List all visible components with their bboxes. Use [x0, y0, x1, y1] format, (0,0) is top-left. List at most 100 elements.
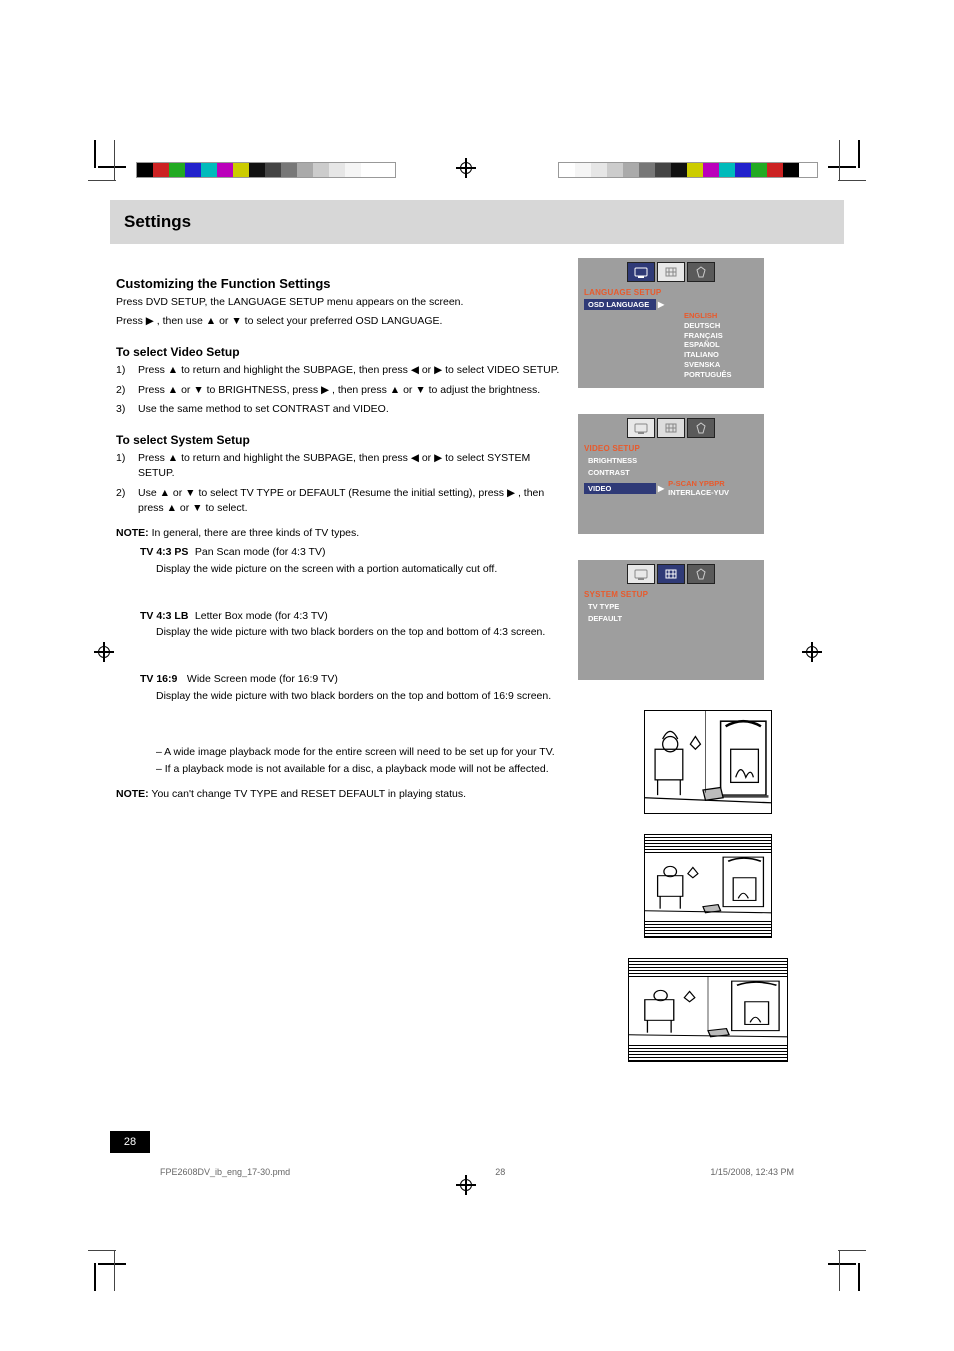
osd-row-osd-language: OSD LANGUAGE ▶: [584, 299, 758, 310]
osd-option: DEUTSCH: [684, 321, 758, 331]
color-bar-left: [136, 162, 396, 178]
footer-timestamp: 1/15/2008, 12:43 PM: [710, 1167, 794, 1177]
note-text: In general, there are three kinds of TV …: [152, 527, 360, 539]
osd-row-tv-type: TV TYPE: [584, 601, 758, 612]
osd-row-contrast: CONTRAST: [584, 467, 758, 478]
osd-row-label: TV TYPE: [584, 601, 623, 612]
osd-section-title: SYSTEM SETUP: [584, 590, 758, 599]
osd-option: P-SCAN YPBPR: [668, 479, 729, 488]
osd-tab-language-icon: [627, 262, 655, 282]
tv-type-1-desc: Display the wide picture on the screen w…: [156, 562, 562, 577]
registration-mark-icon: [456, 158, 476, 178]
tv-type-text: Wide Screen mode (for 16:9 TV): [187, 673, 338, 685]
crop-mark-inner: [108, 140, 138, 170]
note3-line: NOTE: You can't change TV TYPE and RESET…: [116, 787, 562, 802]
osd-row-label: VIDEO: [584, 483, 656, 494]
osd-option: INTERLACE-YUV: [668, 488, 729, 497]
tv-16-9-figure: [628, 958, 788, 1062]
osd-tab-video-icon: [657, 262, 685, 282]
fireplace-illustration: [645, 711, 771, 813]
osd-language-options: ENGLISH DEUTSCH FRANÇAIS ESPAÑOL ITALIAN…: [684, 311, 758, 379]
video-step-1: 1) Press ▲ to return and highlight the S…: [116, 363, 562, 378]
system-step-1: 1) Press ▲ to return and highlight the S…: [116, 451, 562, 481]
fireplace-illustration: [645, 853, 771, 919]
tv-type-2-desc: Display the wide picture with two black …: [156, 625, 562, 640]
fireplace-illustration: [629, 977, 787, 1043]
section-title-customizing: Customizing the Function Settings: [116, 276, 562, 291]
note-text: You can't change TV TYPE and RESET DEFAU…: [151, 788, 466, 800]
tv-type-3: TV 16:9 Wide Screen mode (for 16:9 TV): [140, 672, 562, 687]
osd-tab-video-icon: [657, 564, 685, 584]
page-number: 28: [124, 1136, 136, 1148]
osd-option: ENGLISH: [684, 311, 758, 321]
arrow-right-icon: ▶: [658, 484, 664, 493]
step-number: 2): [116, 383, 130, 398]
step-number: 2): [116, 486, 130, 516]
step-number: 1): [116, 363, 130, 378]
step-text: Press ▲ or ▼ to BRIGHTNESS, press ▶ , th…: [138, 383, 540, 398]
osd-row-label: DEFAULT: [584, 613, 626, 624]
osd-tab-system-icon: [687, 418, 715, 438]
crop-mark-inner: [816, 140, 846, 170]
section-title-system-setup: To select System Setup: [116, 433, 562, 447]
footer-line: FPE2608DV_ib_eng_17-30.pmd 28 1/15/2008,…: [160, 1167, 794, 1177]
note-label: NOTE:: [116, 788, 149, 800]
osd-row-video: VIDEO ▶ P-SCAN YPBPR INTERLACE-YUV: [584, 479, 758, 497]
osd-system-setup: SYSTEM SETUP TV TYPE DEFAULT: [578, 560, 764, 680]
footer-page: 28: [495, 1167, 505, 1177]
osd-row-label: BRIGHTNESS: [584, 455, 641, 466]
arrow-right-icon: ▶: [658, 300, 664, 309]
system-step-2: 2) Use ▲ or ▼ to select TV TYPE or DEFAU…: [116, 486, 562, 516]
osd-tabs: [578, 414, 764, 442]
intro-para-2: Press ▶ , then use ▲ or ▼ to select your…: [116, 314, 562, 329]
tv-type-desc: Display the wide picture with two black …: [156, 625, 545, 640]
tv-type-label: TV 4:3 LB: [140, 609, 192, 624]
note2-b: – If a playback mode is not available fo…: [156, 762, 562, 777]
crop-mark-inner: [108, 1261, 138, 1291]
footer-file: FPE2608DV_ib_eng_17-30.pmd: [160, 1167, 290, 1177]
note2-a: – A wide image playback mode for the ent…: [156, 745, 562, 760]
osd-tab-system-icon: [687, 262, 715, 282]
tv-type-1: TV 4:3 PS Pan Scan mode (for 4:3 TV): [140, 545, 562, 560]
page-body: Settings Customizing the Function Settin…: [110, 200, 844, 1211]
section-title-video-setup: To select Video Setup: [116, 345, 562, 359]
osd-tab-video-icon: [657, 418, 685, 438]
step-text: Use ▲ or ▼ to select TV TYPE or DEFAULT …: [138, 486, 562, 516]
page-header-title: Settings: [124, 212, 191, 232]
video-step-2: 2) Press ▲ or ▼ to BRIGHTNESS, press ▶ ,…: [116, 383, 562, 398]
tv-4-3-ps-figure: [644, 710, 772, 814]
tv-type-text: Letter Box mode (for 4:3 TV): [195, 610, 328, 622]
note-line: NOTE: In general, there are three kinds …: [116, 526, 562, 541]
tv-type-desc: Display the wide picture with two black …: [156, 689, 551, 704]
right-column: LANGUAGE SETUP OSD LANGUAGE ▶ ENGLISH DE…: [578, 258, 838, 1082]
osd-row-label: OSD LANGUAGE: [584, 299, 656, 310]
intro-para-1: Press DVD SETUP, the LANGUAGE SETUP menu…: [116, 295, 562, 310]
osd-video-setup: VIDEO SETUP BRIGHTNESS CONTRAST VIDEO ▶ …: [578, 414, 764, 534]
note-label: NOTE:: [116, 527, 149, 539]
tv-type-label: TV 16:9: [140, 672, 184, 687]
osd-row-label: CONTRAST: [584, 467, 634, 478]
page-header: Settings: [110, 200, 844, 244]
tv-4-3-lb-figure: [644, 834, 772, 938]
tv-type-desc: Display the wide picture on the screen w…: [156, 562, 497, 577]
osd-option: ITALIANO: [684, 350, 758, 360]
osd-option: ESPAÑOL: [684, 340, 758, 350]
step-number: 1): [116, 451, 130, 481]
tv-type-3-desc: Display the wide picture with two black …: [156, 689, 562, 704]
osd-option: PORTUGUÊS: [684, 370, 758, 380]
osd-tabs: [578, 258, 764, 286]
left-column: Customizing the Function Settings Press …: [116, 258, 562, 1082]
osd-section-title: LANGUAGE SETUP: [584, 288, 758, 297]
osd-section-title: VIDEO SETUP: [584, 444, 758, 453]
osd-option: FRANÇAIS: [684, 331, 758, 341]
step-text: Press ▲ to return and highlight the SUBP…: [138, 363, 559, 378]
step-number: 3): [116, 402, 130, 417]
tv-type-label: TV 4:3 PS: [140, 545, 192, 560]
osd-tab-language-icon: [627, 564, 655, 584]
step-text: Press ▲ to return and highlight the SUBP…: [138, 451, 562, 481]
crop-mark-inner: [816, 1261, 846, 1291]
page-number-box: 28: [110, 1131, 150, 1153]
osd-tab-system-icon: [687, 564, 715, 584]
step-text: Use the same method to set CONTRAST and …: [138, 402, 389, 417]
osd-tab-language-icon: [627, 418, 655, 438]
